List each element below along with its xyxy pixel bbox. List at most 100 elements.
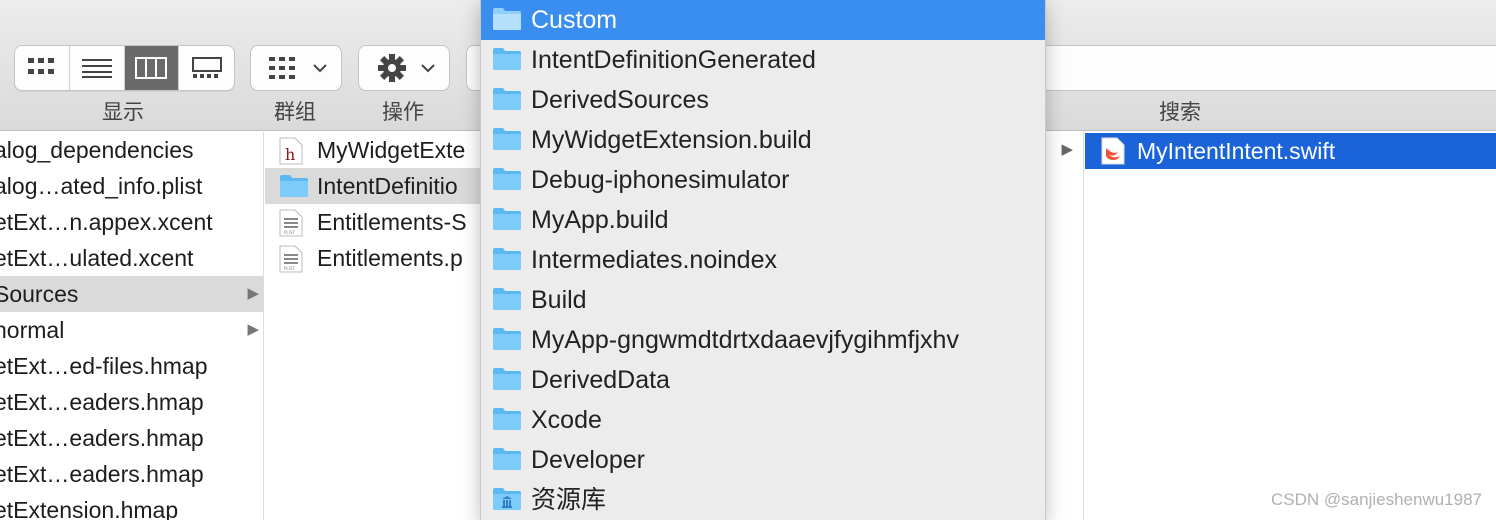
menu-item-label: MyApp-gngwmdtdrtxdaaevjfygihmfjxhv bbox=[531, 326, 959, 354]
group-label: 群组 bbox=[274, 101, 316, 124]
list-item[interactable]: etExtension.hmap bbox=[0, 492, 263, 520]
folder-icon bbox=[493, 48, 521, 70]
menu-item-label: Build bbox=[531, 286, 587, 314]
swift-file-icon bbox=[1101, 137, 1125, 165]
folder-icon bbox=[493, 448, 521, 470]
gallery-view-button[interactable] bbox=[179, 46, 234, 90]
file-name: etExt…eaders.hmap bbox=[0, 389, 204, 415]
list-item-selected[interactable]: ▶ bbox=[1046, 132, 1083, 168]
folder-icon bbox=[493, 248, 521, 270]
action-popup-button[interactable] bbox=[358, 45, 450, 91]
menu-item[interactable]: MyApp.build bbox=[481, 200, 1045, 240]
menu-item-label: DerivedData bbox=[531, 366, 670, 394]
file-name: Entitlements-S bbox=[317, 209, 467, 235]
search-field[interactable] bbox=[1046, 45, 1496, 91]
watermark-text: CSDN @sanjieshenwu1987 bbox=[1271, 490, 1482, 509]
menu-item[interactable]: Developer bbox=[481, 440, 1045, 480]
list-item[interactable]: etExt…eaders.hmap bbox=[0, 384, 263, 420]
menu-item-label: Debug-iphonesimulator bbox=[531, 166, 790, 194]
list-item[interactable]: h MyWidgetExte bbox=[265, 132, 480, 168]
menu-item[interactable]: Debug-iphonesimulator bbox=[481, 160, 1045, 200]
action-label: 操作 bbox=[382, 101, 424, 124]
disclosure-arrow-icon: ▶ bbox=[247, 321, 259, 338]
disclosure-arrow-icon: ▶ bbox=[1061, 141, 1073, 158]
browser-column-4: MyIntentIntent.swift bbox=[1085, 132, 1496, 520]
gallery-view-icon bbox=[191, 57, 222, 78]
folder-icon bbox=[493, 368, 521, 390]
menu-item-label: Developer bbox=[531, 446, 645, 474]
group-popup-button[interactable] bbox=[250, 45, 342, 91]
library-folder-icon bbox=[493, 488, 521, 510]
menu-item[interactable]: Intermediates.noindex bbox=[481, 240, 1045, 280]
view-label: 显示 bbox=[102, 101, 144, 124]
menu-item-label: Custom bbox=[531, 6, 618, 34]
menu-item[interactable]: Build bbox=[481, 280, 1045, 320]
list-item[interactable]: etExt…n.appex.xcent bbox=[0, 204, 263, 240]
plist-file-icon: PLIST bbox=[279, 245, 303, 273]
icon-view-icon bbox=[27, 58, 54, 74]
menu-item[interactable]: Xcode bbox=[481, 400, 1045, 440]
menu-item-custom[interactable]: Custom bbox=[481, 0, 1045, 40]
folder-icon bbox=[493, 408, 521, 430]
file-name: MyIntentIntent.swift bbox=[1137, 138, 1336, 164]
folder-icon bbox=[493, 168, 521, 190]
list-item[interactable]: etExt…ed-files.hmap bbox=[0, 348, 263, 384]
menu-item[interactable]: MyApp-gngwmdtdrtxdaaevjfygihmfjxhv bbox=[481, 320, 1045, 360]
plist-file-icon: PLIST bbox=[279, 209, 303, 237]
folder-icon bbox=[493, 208, 521, 230]
menu-item[interactable]: MyWidgetExtension.build bbox=[481, 120, 1045, 160]
list-item[interactable]: etExt…ulated.xcent bbox=[0, 240, 263, 276]
list-item[interactable]: etExt…eaders.hmap bbox=[0, 420, 263, 456]
path-popup-menu: Custom IntentDefinitionGenerated Derived… bbox=[480, 0, 1046, 520]
chevron-down-icon bbox=[421, 64, 435, 73]
header-file-icon: h bbox=[279, 137, 303, 165]
list-item[interactable]: PLIST Entitlements.p bbox=[265, 240, 480, 276]
folder-icon bbox=[280, 175, 308, 197]
browser-column-1: alog_dependencies alog…ated_info.plist e… bbox=[0, 132, 264, 520]
folder-icon bbox=[493, 88, 521, 110]
file-name: etExt…eaders.hmap bbox=[0, 425, 204, 451]
folder-icon bbox=[493, 288, 521, 310]
list-item[interactable]: alog…ated_info.plist bbox=[0, 168, 263, 204]
icon-view-button[interactable] bbox=[15, 46, 70, 90]
svg-text:PLIST: PLIST bbox=[284, 266, 295, 271]
menu-item-label: MyApp.build bbox=[531, 206, 669, 234]
column-view-icon bbox=[135, 57, 168, 79]
folder-name: IntentDefinitio bbox=[317, 173, 458, 199]
folder-name: Sources bbox=[0, 281, 79, 307]
file-name: etExt…n.appex.xcent bbox=[0, 209, 213, 235]
file-name: etExtension.hmap bbox=[0, 497, 179, 520]
folder-icon bbox=[493, 128, 521, 150]
file-name: etExt…ed-files.hmap bbox=[0, 353, 208, 379]
folder-icon bbox=[493, 328, 521, 350]
list-item[interactable]: etExt…eaders.hmap bbox=[0, 456, 263, 492]
menu-item[interactable]: IntentDefinitionGenerated bbox=[481, 40, 1045, 80]
column-view-button[interactable] bbox=[124, 46, 180, 90]
list-item-selected[interactable]: IntentDefinitio bbox=[265, 168, 480, 204]
list-view-button[interactable] bbox=[70, 46, 125, 90]
menu-item[interactable]: DerivedData bbox=[481, 360, 1045, 400]
list-item[interactable]: alog_dependencies bbox=[0, 132, 263, 168]
chevron-down-icon bbox=[313, 64, 327, 73]
gear-icon bbox=[378, 54, 406, 82]
menu-item-label: Intermediates.noindex bbox=[531, 246, 777, 274]
list-item-selected[interactable]: MyIntentIntent.swift bbox=[1085, 133, 1496, 169]
disclosure-arrow-icon: ▶ bbox=[247, 285, 259, 302]
menu-item-label: 资源库 bbox=[531, 486, 607, 514]
menu-item-label: Xcode bbox=[531, 406, 602, 434]
list-item-selected[interactable]: Sources ▶ bbox=[0, 276, 263, 312]
file-name: etExt…ulated.xcent bbox=[0, 245, 194, 271]
menu-item[interactable]: 资源库 bbox=[481, 480, 1045, 520]
menu-item-label: DerivedSources bbox=[531, 86, 709, 114]
svg-text:PLIST: PLIST bbox=[284, 230, 295, 235]
folder-icon bbox=[493, 8, 521, 30]
file-name: etExt…eaders.hmap bbox=[0, 461, 204, 487]
file-name: MyWidgetExte bbox=[317, 137, 466, 163]
list-item[interactable]: normal ▶ bbox=[0, 312, 263, 348]
menu-item[interactable]: DerivedSources bbox=[481, 80, 1045, 120]
file-name: alog_dependencies bbox=[0, 137, 194, 163]
file-name: alog…ated_info.plist bbox=[0, 173, 203, 199]
svg-text:h: h bbox=[285, 145, 295, 164]
list-item[interactable]: PLIST Entitlements-S bbox=[265, 204, 480, 240]
browser-column-3: ▶ bbox=[1046, 132, 1084, 520]
